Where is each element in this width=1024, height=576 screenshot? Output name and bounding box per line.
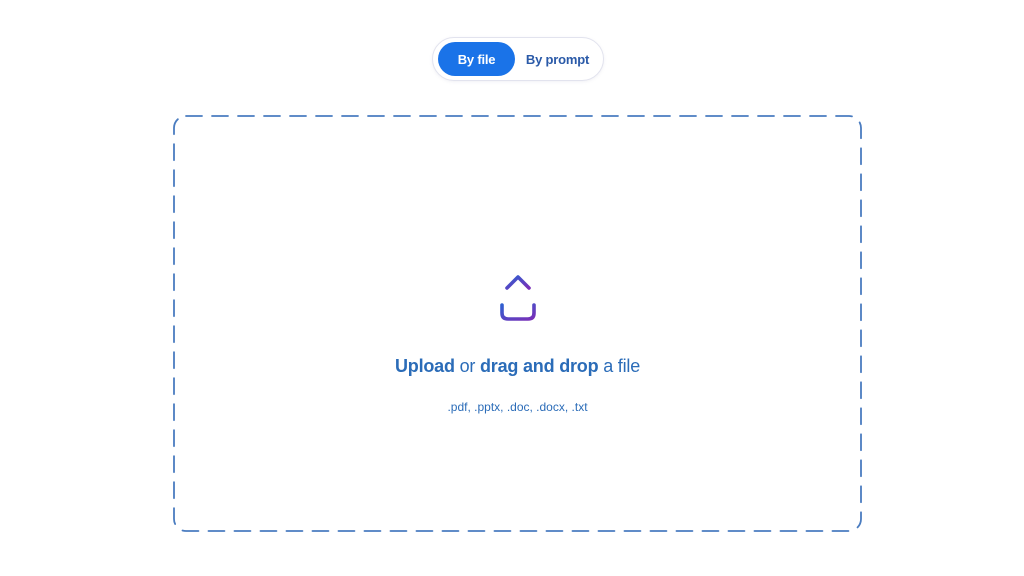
title-drag-drop: drag and drop (479, 356, 599, 376)
accepted-formats: .pdf, .pptx, .doc, .docx, .txt (447, 400, 588, 414)
title-or: or (454, 356, 480, 376)
upload-icon (500, 275, 536, 321)
dropzone-title: Upload or drag and drop a file (173, 356, 862, 377)
page: By file By prompt Upload or drag and dro… (0, 0, 1024, 576)
title-upload: Upload (394, 356, 455, 376)
title-a-file: a file (598, 356, 641, 376)
tab-by-file[interactable]: By file (438, 42, 516, 76)
dropzone-content: Upload or drag and drop a file .pdf, .pp… (173, 115, 862, 532)
file-dropzone[interactable]: Upload or drag and drop a file .pdf, .pp… (173, 115, 862, 532)
upload-mode-toggle: By file By prompt (432, 37, 604, 81)
tab-by-prompt[interactable]: By prompt (517, 42, 598, 76)
